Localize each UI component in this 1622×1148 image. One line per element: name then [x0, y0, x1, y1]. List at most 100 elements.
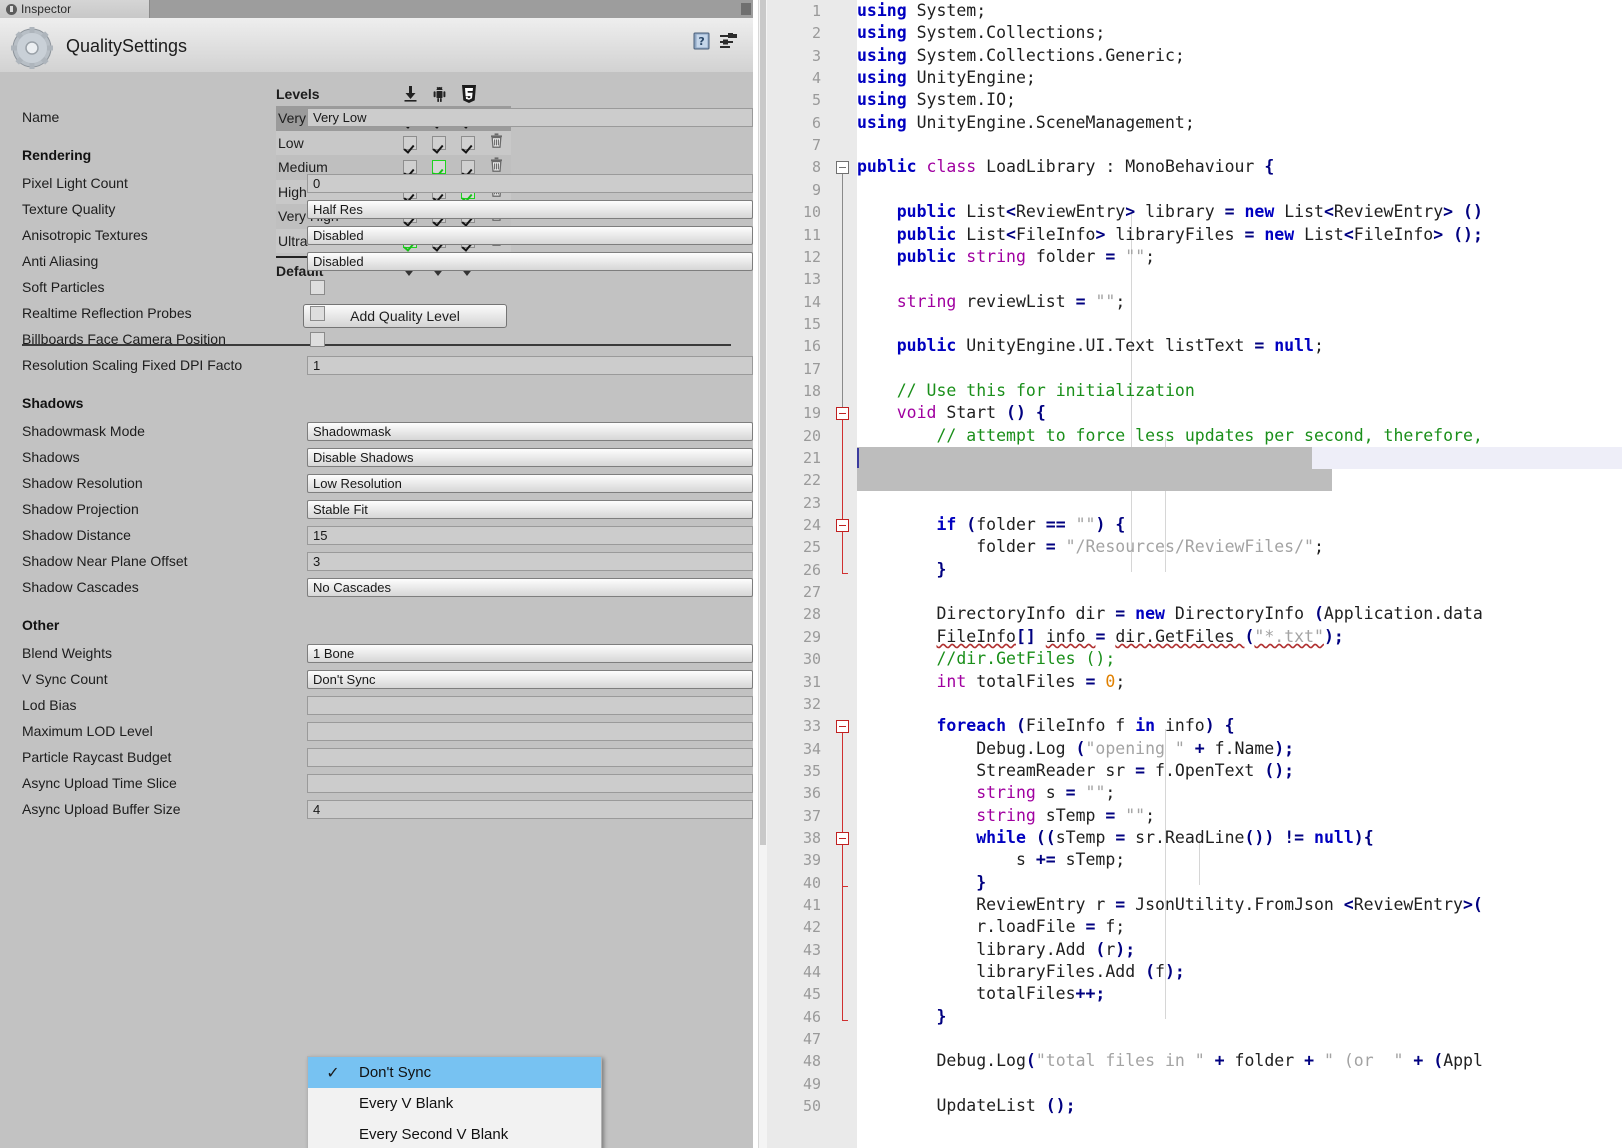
property-input[interactable]: [307, 774, 753, 793]
code-line[interactable]: folder = "/Resources/ReviewFiles/";: [857, 536, 1324, 558]
property-dropdown[interactable]: Disabled: [307, 252, 753, 271]
property-input[interactable]: 15: [307, 526, 753, 545]
code-line[interactable]: // attempt to force less updates per sec…: [857, 425, 1483, 447]
checkbox[interactable]: [432, 136, 446, 150]
code-token: //dir.GetFiles ();: [936, 649, 1115, 668]
code-line[interactable]: using System.IO;: [857, 89, 1016, 111]
property-input[interactable]: [307, 722, 753, 741]
code-line[interactable]: //dir.GetFiles ();: [857, 648, 1115, 670]
scrollbar-thumb[interactable]: [760, 0, 766, 845]
quality-level-platform-cell[interactable]: [424, 136, 453, 150]
help-book-icon[interactable]: ?: [693, 32, 711, 55]
code-line[interactable]: Debug.Log ("opening " + f.Name);: [857, 738, 1294, 760]
property-label: Anti Aliasing: [0, 253, 286, 269]
code-token: !=: [1284, 828, 1304, 847]
property-input[interactable]: Very Low: [307, 108, 753, 127]
dropdown-menu-item[interactable]: ✓Don't Sync: [308, 1057, 601, 1088]
property-input[interactable]: [307, 696, 753, 715]
property-dropdown[interactable]: Disabled: [307, 226, 753, 245]
code-line[interactable]: using System.Collections;: [857, 22, 1105, 44]
code-line[interactable]: int totalFiles = 0;: [857, 671, 1125, 693]
fold-toggle-icon[interactable]: [836, 519, 849, 532]
dropdown-menu-item[interactable]: Every V Blank: [308, 1088, 601, 1119]
dropdown-menu-item[interactable]: Every Second V Blank: [308, 1119, 601, 1148]
code-token: +: [1413, 1051, 1423, 1070]
line-number: 4: [767, 69, 821, 87]
property-dropdown[interactable]: Shadowmask: [307, 422, 753, 441]
code-line[interactable]: }: [857, 559, 946, 581]
tab-inspector[interactable]: Inspector: [0, 0, 150, 18]
code-folding-gutter[interactable]: [829, 0, 858, 1148]
code-line[interactable]: void Start () {: [857, 402, 1046, 424]
code-line[interactable]: string reviewList = "";: [857, 291, 1125, 313]
code-line[interactable]: public List<ReviewEntry> library = new L…: [857, 201, 1483, 223]
code-line[interactable]: using UnityEngine.SceneManagement;: [857, 112, 1195, 134]
fold-toggle-icon[interactable]: [836, 161, 849, 174]
code-text-area[interactable]: using System;using System.Collections;us…: [857, 0, 1622, 1148]
preset-sliders-icon[interactable]: [719, 32, 739, 55]
line-number: 18: [767, 382, 821, 400]
property-input[interactable]: 1: [307, 356, 753, 375]
code-line[interactable]: string s = "";: [857, 782, 1115, 804]
code-token: StreamReader sr: [857, 761, 1135, 780]
property-row: Texture QualityHalf Res: [0, 197, 753, 221]
property-checkbox[interactable]: [310, 280, 325, 295]
checkbox[interactable]: [403, 136, 417, 150]
code-line[interactable]: UpdateList ();: [857, 1095, 1076, 1117]
code-line[interactable]: string sTemp = "";: [857, 805, 1155, 827]
property-dropdown[interactable]: Disable Shadows: [307, 448, 753, 467]
property-checkbox[interactable]: [310, 306, 325, 321]
code-line[interactable]: r.loadFile = f;: [857, 916, 1125, 938]
code-token: [857, 202, 897, 221]
line-number: 17: [767, 360, 821, 378]
fold-toggle-icon[interactable]: [836, 720, 849, 733]
fold-toggle-icon[interactable]: [836, 407, 849, 420]
code-line[interactable]: Debug.Log("total files in " + folder + "…: [857, 1050, 1483, 1072]
property-dropdown[interactable]: Stable Fit: [307, 500, 753, 519]
code-line[interactable]: }: [857, 1006, 946, 1028]
code-line[interactable]: library.Add (r);: [857, 939, 1135, 961]
property-input[interactable]: 0: [307, 174, 753, 193]
property-input[interactable]: [307, 748, 753, 767]
code-line[interactable]: using System;: [857, 0, 986, 22]
code-line[interactable]: ReviewEntry r = JsonUtility.FromJson <Re…: [857, 894, 1483, 916]
property-dropdown[interactable]: No Cascades: [307, 578, 753, 597]
code-line[interactable]: foreach (FileInfo f in info) {: [857, 715, 1235, 737]
tabbar-menu-button[interactable]: [741, 3, 751, 15]
property-dropdown[interactable]: 1 Bone: [307, 644, 753, 663]
code-line[interactable]: s += sTemp;: [857, 849, 1125, 871]
code-line[interactable]: using UnityEngine;: [857, 67, 1036, 89]
code-line[interactable]: public List<FileInfo> libraryFiles = new…: [857, 224, 1483, 246]
quality-level-row[interactable]: Low: [276, 131, 511, 156]
code-line[interactable]: libraryFiles.Add (f);: [857, 961, 1185, 983]
code-line[interactable]: DirectoryInfo dir = new DirectoryInfo (A…: [857, 603, 1483, 625]
property-dropdown[interactable]: Half Res: [307, 200, 753, 219]
code-line[interactable]: public UnityEngine.UI.Text listText = nu…: [857, 335, 1324, 357]
property-checkbox[interactable]: [310, 332, 325, 347]
delete-quality-level-button[interactable]: [482, 133, 511, 153]
section-heading: Rendering: [22, 147, 91, 163]
code-line[interactable]: while ((sTemp = sr.ReadLine()) != null){: [857, 827, 1374, 849]
code-line[interactable]: public class LoadLibrary : MonoBehaviour…: [857, 156, 1274, 178]
quality-level-platform-cell[interactable]: [395, 136, 424, 150]
property-input[interactable]: 3: [307, 552, 753, 571]
code-line[interactable]: }: [857, 872, 986, 894]
code-line[interactable]: using System.Collections.Generic;: [857, 45, 1185, 67]
code-token: ;: [1145, 806, 1155, 825]
code-line[interactable]: totalFiles++;: [857, 983, 1105, 1005]
code-line[interactable]: // Use this for initialization: [857, 380, 1195, 402]
code-line[interactable]: FileInfo[] info = dir.GetFiles ("*.txt")…: [857, 626, 1344, 648]
code-token: " (or ": [1324, 1051, 1403, 1070]
code-token: public: [897, 336, 957, 355]
code-line[interactable]: public string folder = "";: [857, 246, 1155, 268]
checkbox[interactable]: [461, 136, 475, 150]
code-line[interactable]: if (folder == "") {: [857, 514, 1125, 536]
code-line[interactable]: StreamReader sr = f.OpenText ();: [857, 760, 1294, 782]
code-token: List: [956, 202, 1006, 221]
property-dropdown[interactable]: Don't Sync: [307, 670, 753, 689]
property-input[interactable]: 4: [307, 800, 753, 819]
property-dropdown[interactable]: Low Resolution: [307, 474, 753, 493]
fold-toggle-icon[interactable]: [836, 832, 849, 845]
quality-level-platform-cell[interactable]: [453, 136, 482, 150]
vsync-dropdown-menu[interactable]: ✓Don't SyncEvery V BlankEvery Second V B…: [307, 1056, 602, 1148]
